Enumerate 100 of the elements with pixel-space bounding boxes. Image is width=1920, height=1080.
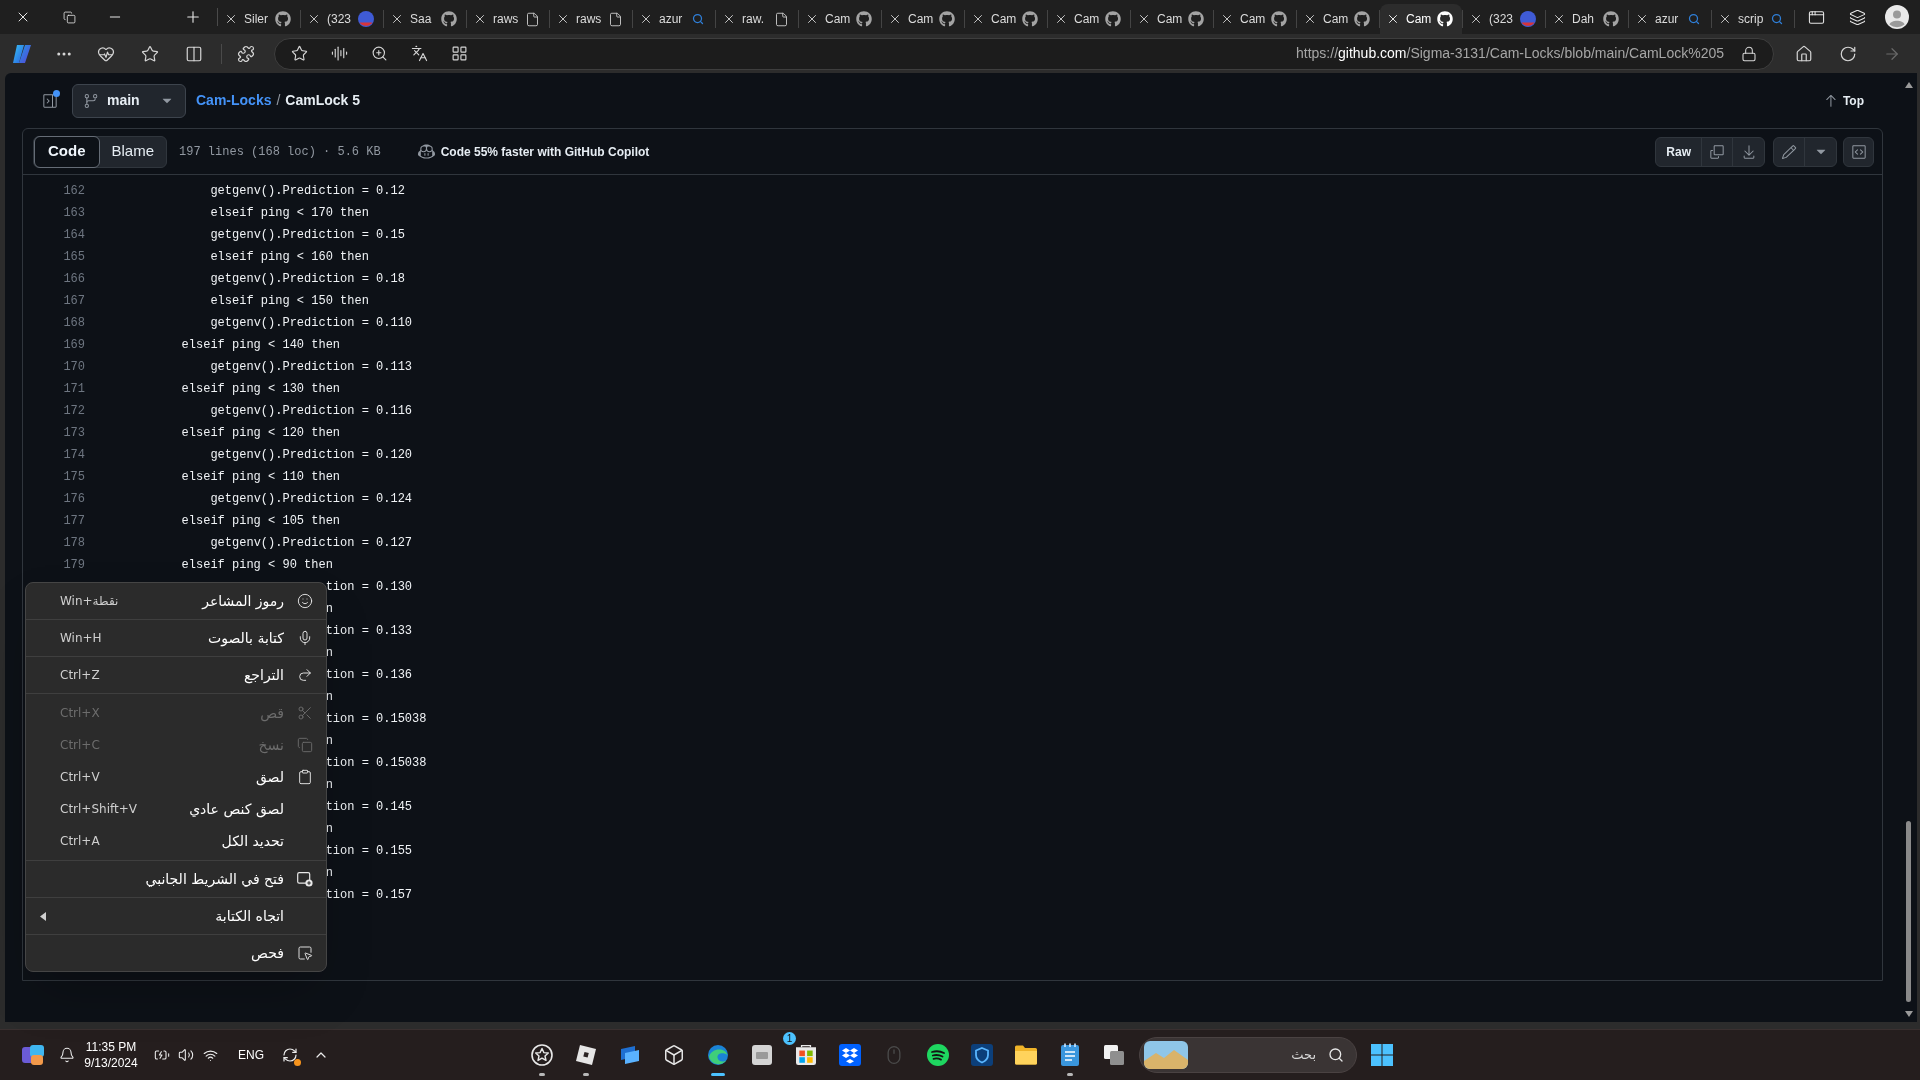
wifi-icon[interactable] (202, 1047, 218, 1063)
new-tab-icon[interactable] (184, 8, 202, 26)
star-circle-icon[interactable] (530, 1043, 554, 1067)
window-icon[interactable] (1807, 8, 1825, 26)
app-tile-icon[interactable] (751, 1044, 773, 1066)
browser-tab[interactable]: (323 (301, 4, 383, 34)
circle-waves-icon[interactable] (926, 1043, 950, 1067)
close-icon[interactable] (473, 12, 487, 26)
browser-tab[interactable]: raws (550, 4, 632, 34)
browser-tab[interactable]: (323 (1463, 4, 1545, 34)
close-icon[interactable] (1303, 12, 1317, 26)
four-squares-icon[interactable] (1371, 1044, 1393, 1066)
restore-icon[interactable] (62, 10, 76, 24)
browser-tab[interactable]: raws (467, 4, 549, 34)
split-screen-icon[interactable] (185, 44, 203, 63)
close-icon[interactable] (805, 12, 819, 26)
search-field[interactable]: بحث (1139, 1037, 1357, 1073)
bell-icon[interactable] (59, 1047, 75, 1063)
scrollbar-thumb[interactable] (1906, 821, 1911, 1002)
logo-icon[interactable] (11, 42, 33, 65)
browser-tab[interactable]: Cam (1214, 4, 1296, 34)
browser-tab[interactable]: azur (1629, 4, 1711, 34)
star-icon[interactable] (290, 45, 308, 62)
top-link[interactable]: Top (1822, 91, 1864, 110)
menu-item[interactable]: Win+نقطة رموز المشاعر (26, 583, 326, 619)
browser-tab[interactable]: Cam (965, 4, 1047, 34)
clock-time[interactable]: 11:35 PM (85, 1039, 137, 1055)
close-icon[interactable] (1220, 12, 1234, 26)
close-icon[interactable] (224, 12, 238, 26)
store-bag-icon[interactable] (796, 1045, 816, 1065)
layers-icon[interactable] (1848, 8, 1866, 26)
speaker-icon[interactable] (178, 1047, 194, 1063)
language-indicator[interactable]: ENG (238, 1046, 264, 1064)
shield-icon[interactable] (971, 1044, 993, 1066)
scroll-up-arrow-icon[interactable] (1904, 82, 1913, 88)
sound-lines-icon[interactable] (330, 45, 348, 62)
translate-icon[interactable] (410, 45, 428, 62)
code-line: getgenv().Prediction = 0.124 (210, 492, 413, 506)
close-icon[interactable] (390, 12, 404, 26)
file-icon (524, 11, 540, 27)
avatar-icon[interactable] (1885, 5, 1909, 29)
browser-tab[interactable]: Dah (1546, 4, 1628, 34)
scroll-down-arrow-icon[interactable] (1904, 1011, 1913, 1017)
close-icon[interactable] (307, 12, 321, 26)
close-icon[interactable] (1137, 12, 1151, 26)
reload-icon[interactable] (1839, 44, 1857, 63)
lock-icon[interactable] (1741, 45, 1757, 62)
cube-icon[interactable] (663, 1044, 685, 1066)
puzzle-icon[interactable] (237, 44, 255, 63)
sync-icon[interactable] (282, 1047, 298, 1063)
browser-tab[interactable]: Cam (882, 4, 964, 34)
window-stack-icon[interactable] (618, 1043, 642, 1067)
overlapping-squares-icon[interactable] (1103, 1044, 1125, 1066)
browser-tab[interactable]: Siler (218, 4, 300, 34)
url-text[interactable]: https://github.com/Sigma-3131/Cam-Locks/blob/main/CamLock%205 (1296, 43, 1724, 64)
home-icon[interactable] (1795, 44, 1813, 63)
zoom-in-icon[interactable] (370, 45, 388, 62)
repo-link[interactable]: Cam-Locks (196, 90, 272, 111)
battery-icon[interactable] (154, 1047, 170, 1063)
view-tab[interactable]: Blame (99, 136, 167, 167)
clock-date[interactable]: 9/13/2024 (84, 1055, 138, 1071)
browser-tab[interactable]: raw. (716, 4, 798, 34)
browser-tab[interactable]: Cam (1048, 4, 1130, 34)
box-tile-icon[interactable] (839, 1044, 861, 1066)
grid-icon[interactable] (450, 45, 468, 62)
close-icon[interactable] (1054, 12, 1068, 26)
close-icon[interactable] (1386, 12, 1400, 26)
close-icon[interactable] (1635, 12, 1649, 26)
notepad-icon[interactable] (1060, 1043, 1080, 1067)
browser-tab[interactable]: Cam (1380, 4, 1462, 34)
close-icon[interactable] (722, 12, 736, 26)
code-line: n (325, 778, 333, 792)
heart-pulse-icon[interactable] (97, 44, 115, 63)
browser-tab[interactable]: scrip (1712, 4, 1794, 34)
address-bar[interactable]: https://github.com/Sigma-3131/Cam-Locks/blob/main/CamLock%205 (274, 37, 1774, 70)
close-icon[interactable] (556, 12, 570, 26)
promo-link[interactable]: Code 55% faster with GitHub Copilot (417, 142, 650, 161)
branch-button[interactable]: main (72, 83, 186, 118)
close-icon[interactable] (971, 12, 985, 26)
star-icon[interactable] (141, 44, 159, 63)
sidebar-icon[interactable] (42, 92, 58, 109)
close-icon[interactable] (1469, 12, 1483, 26)
browser-tab[interactable]: Cam (799, 4, 881, 34)
view-tab[interactable]: Code (34, 135, 100, 168)
close-icon[interactable] (1552, 12, 1566, 26)
swirl-icon[interactable] (706, 1043, 730, 1067)
folder-icon[interactable] (1014, 1044, 1038, 1066)
menu-item[interactable]: فحص (26, 935, 326, 971)
browser-tab[interactable]: Cam (1131, 4, 1213, 34)
close-icon[interactable] (888, 12, 902, 26)
close-icon[interactable] (1718, 12, 1732, 26)
browser-tab[interactable]: azur (633, 4, 715, 34)
close-icon[interactable] (639, 12, 653, 26)
browser-tab[interactable]: Saa (384, 4, 466, 34)
menu-item[interactable]: اتجاه الكتابة (26, 898, 326, 934)
scissors-icon (297, 705, 313, 721)
tile-icon[interactable] (21, 1044, 45, 1066)
symbols-button[interactable] (1843, 136, 1874, 167)
browser-tab[interactable]: Cam (1297, 4, 1379, 34)
menu-item[interactable]: فتح في الشريط الجانبي (26, 861, 326, 897)
